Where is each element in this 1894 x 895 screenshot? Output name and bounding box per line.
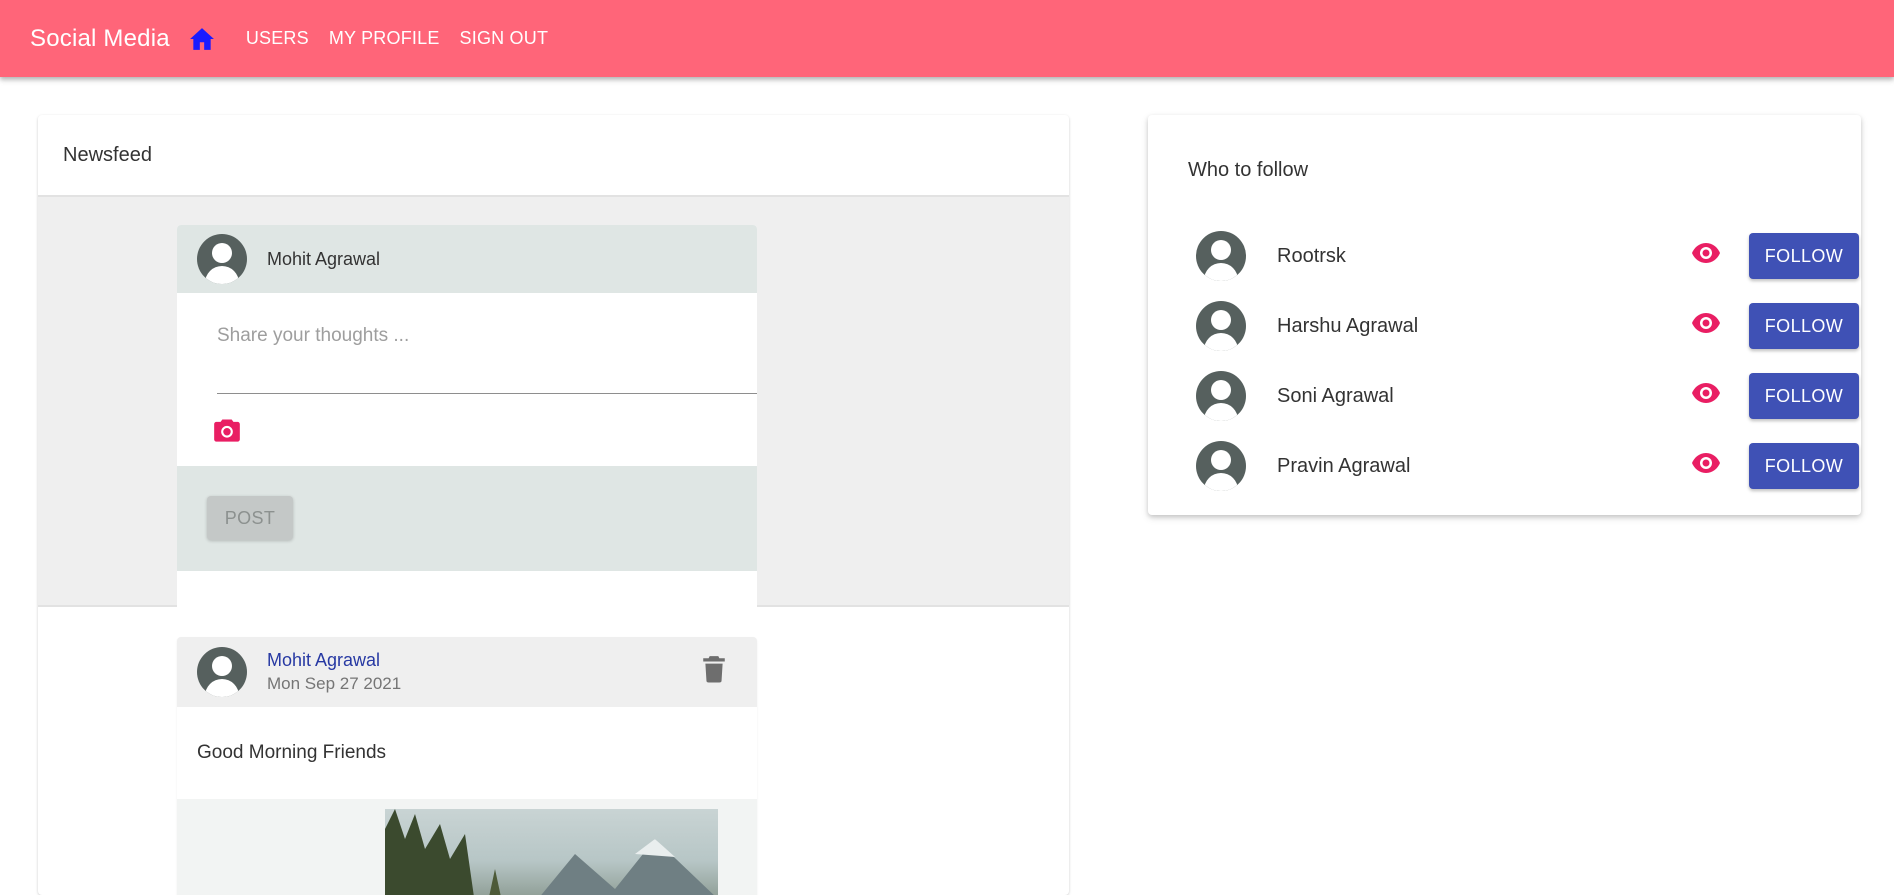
post-image-area bbox=[177, 799, 757, 895]
avatar bbox=[1196, 441, 1246, 491]
user-name: Rootrsk bbox=[1277, 244, 1346, 267]
share-thoughts-input[interactable] bbox=[217, 321, 757, 394]
list-item: Soni Agrawal FOLLOW bbox=[1196, 361, 1859, 431]
avatar bbox=[1196, 301, 1246, 351]
list-item: Pravin Agrawal FOLLOW bbox=[1196, 431, 1859, 501]
avatar bbox=[1196, 231, 1246, 281]
nav-users-link[interactable]: USERS bbox=[246, 28, 309, 49]
follow-button[interactable]: FOLLOW bbox=[1749, 303, 1859, 349]
post-button[interactable]: POST bbox=[207, 496, 293, 540]
post-header: Mohit Agrawal Mon Sep 27 2021 bbox=[177, 637, 757, 707]
view-profile-button[interactable] bbox=[1691, 382, 1721, 410]
compose-body bbox=[177, 293, 757, 466]
follow-list: Rootrsk FOLLOW Harshu Agrawal FOLLOW Son… bbox=[1196, 221, 1859, 501]
view-profile-button[interactable] bbox=[1691, 452, 1721, 480]
home-button[interactable] bbox=[188, 25, 216, 53]
brand-title: Social Media bbox=[30, 24, 170, 52]
add-photo-button[interactable] bbox=[213, 417, 243, 447]
follow-button[interactable]: FOLLOW bbox=[1749, 373, 1859, 419]
app-bar: Social Media USERS MY PROFILE SIGN OUT bbox=[0, 0, 1894, 77]
eye-icon bbox=[1692, 383, 1720, 403]
delete-post-button[interactable] bbox=[701, 655, 731, 685]
eye-icon bbox=[1692, 453, 1720, 473]
compose-user-name: Mohit Agrawal bbox=[267, 248, 381, 269]
user-name: Pravin Agrawal bbox=[1277, 454, 1411, 477]
who-to-follow-title: Who to follow bbox=[1188, 159, 1309, 181]
eye-icon bbox=[1692, 313, 1720, 333]
avatar bbox=[197, 647, 247, 697]
user-name: Harshu Agrawal bbox=[1277, 314, 1419, 337]
trash-icon bbox=[703, 656, 725, 683]
new-post-card: Mohit Agrawal POST bbox=[177, 225, 757, 665]
post-date: Mon Sep 27 2021 bbox=[267, 674, 402, 693]
compose-footer: POST bbox=[177, 466, 757, 571]
newsfeed-card: Newsfeed Mohit Agrawal POST bbox=[38, 115, 1069, 895]
post-text: Good Morning Friends bbox=[197, 742, 387, 763]
newsfeed-title: Newsfeed bbox=[63, 143, 152, 166]
user-name: Soni Agrawal bbox=[1277, 384, 1394, 407]
camera-icon bbox=[214, 419, 240, 442]
new-post-header: Mohit Agrawal bbox=[177, 225, 757, 293]
home-icon bbox=[189, 27, 214, 50]
post-photo bbox=[385, 809, 718, 895]
nav-my-profile-link[interactable]: MY PROFILE bbox=[329, 28, 440, 49]
list-item: Harshu Agrawal FOLLOW bbox=[1196, 291, 1859, 361]
view-profile-button[interactable] bbox=[1691, 312, 1721, 340]
follow-button[interactable]: FOLLOW bbox=[1749, 443, 1859, 489]
follow-button[interactable]: FOLLOW bbox=[1749, 233, 1859, 279]
list-item: Rootrsk FOLLOW bbox=[1196, 221, 1859, 291]
nav-sign-out-link[interactable]: SIGN OUT bbox=[460, 28, 549, 49]
avatar bbox=[1196, 371, 1246, 421]
eye-icon bbox=[1692, 243, 1720, 263]
view-profile-button[interactable] bbox=[1691, 242, 1721, 270]
post-card: Mohit Agrawal Mon Sep 27 2021 Good Morni… bbox=[177, 637, 757, 895]
who-to-follow-card: Who to follow Rootrsk FOLLOW Harshu Agra… bbox=[1148, 115, 1861, 515]
avatar bbox=[197, 234, 247, 284]
post-author-link[interactable]: Mohit Agrawal bbox=[267, 648, 401, 672]
